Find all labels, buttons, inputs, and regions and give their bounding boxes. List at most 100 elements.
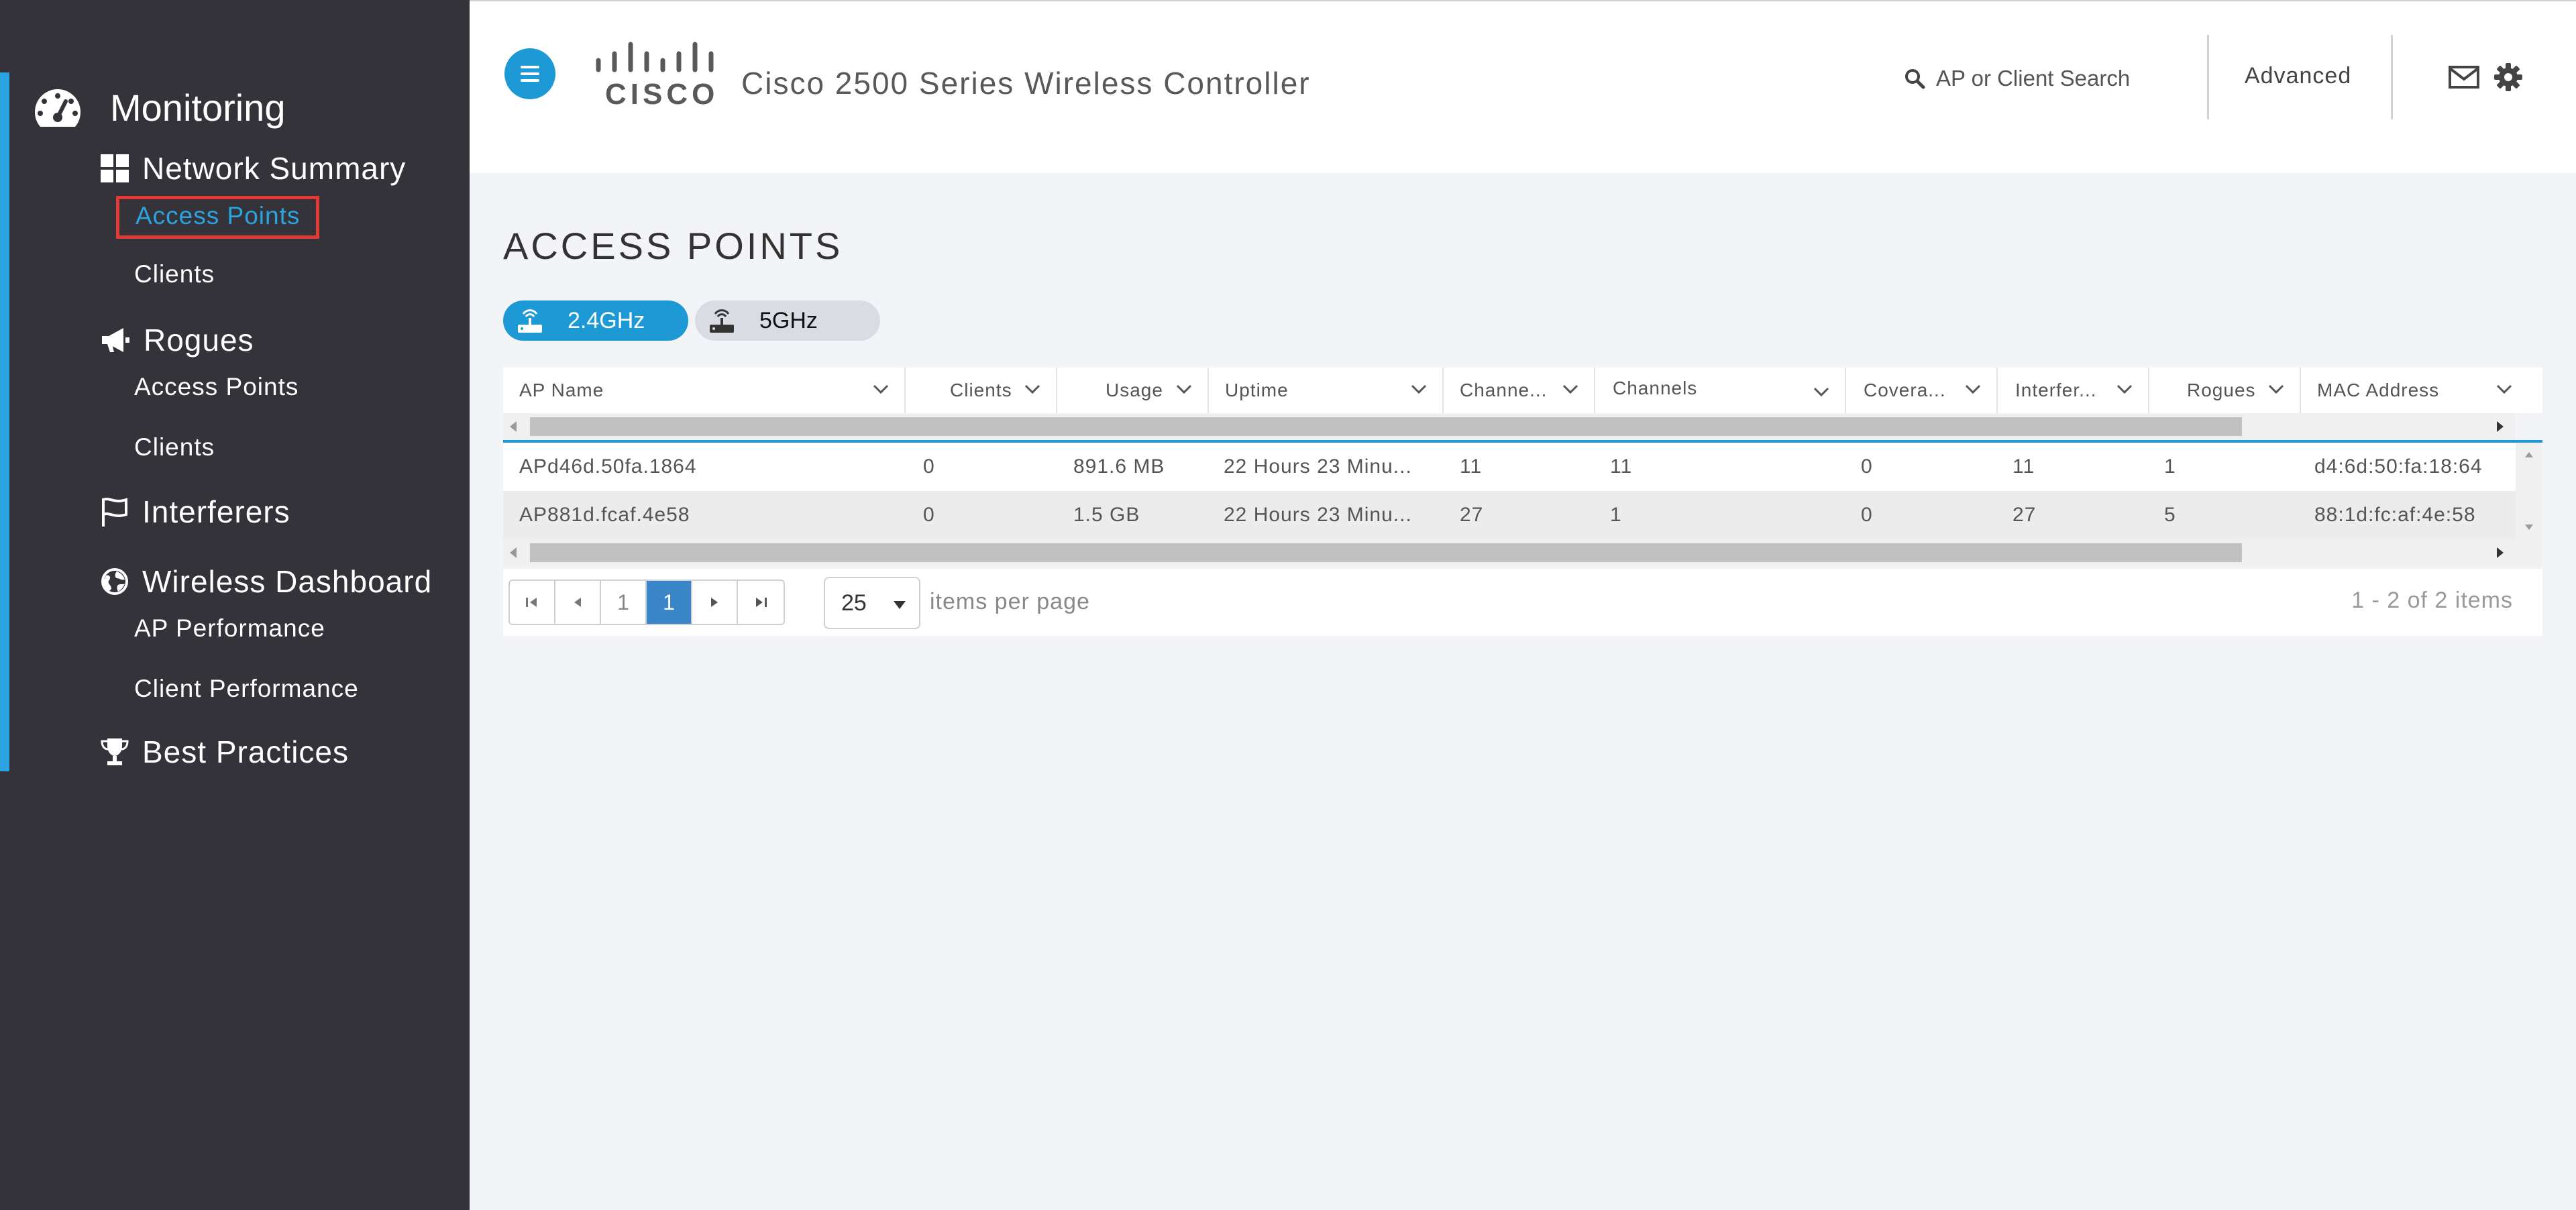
chevron-down-icon[interactable] [872, 382, 890, 396]
search-input[interactable]: AP or Client Search [1936, 66, 2130, 91]
sidebar-section-rogues[interactable]: Rogues [101, 322, 254, 358]
cell-channel: 11 [1460, 455, 1483, 478]
column-header-label: Clients [950, 380, 1012, 400]
sidebar-section-label: Rogues [144, 323, 254, 358]
grid-vertical-scrollbar[interactable] [2516, 443, 2542, 539]
cell-uptime: 22 Hours 23 Minu... [1224, 455, 1412, 478]
sidebar-section-wireless-dashboard[interactable]: Wireless Dashboard [101, 563, 432, 600]
band-2-4ghz-toggle[interactable]: 2.4GHz [503, 300, 688, 341]
page-size-select[interactable]: 25 [824, 577, 920, 629]
column-header-interferers[interactable]: Interfer... [1998, 368, 2149, 413]
cell-coverage: 0 [1861, 455, 1873, 478]
chevron-down-icon[interactable] [1024, 382, 1041, 396]
chevron-down-icon[interactable] [2116, 382, 2133, 396]
gear-icon[interactable] [2494, 63, 2522, 91]
chevron-down-icon[interactable] [1813, 385, 1830, 398]
cell-rogues: 5 [2164, 504, 2176, 526]
cell-usage: 1.5 GB [1073, 504, 1140, 526]
scroll-right-arrow[interactable] [2497, 421, 2504, 432]
chevron-down-icon[interactable] [2496, 382, 2513, 396]
next-page-icon [711, 598, 718, 607]
cell-channel: 27 [1460, 504, 1484, 526]
scroll-down-arrow[interactable] [2524, 523, 2534, 531]
cell-uptime: 22 Hours 23 Minu... [1224, 504, 1412, 526]
mail-icon[interactable] [2449, 66, 2479, 89]
grid-header: AP Name Clients Usage Uptime Channe... C… [503, 368, 2542, 413]
chevron-down-icon[interactable] [2267, 382, 2285, 396]
sidebar-accent-bar [0, 72, 9, 771]
column-header-coverage[interactable]: Covera... [1846, 368, 1998, 413]
sidebar-item-rogue-clients[interactable]: Clients [134, 433, 215, 461]
column-header-label: Channels [1613, 378, 1698, 398]
current-page-button[interactable]: 1 [647, 581, 692, 624]
first-page-icon [526, 598, 537, 607]
band-label: 5GHz [759, 307, 818, 333]
sidebar-section-interferers[interactable]: Interferers [101, 494, 290, 530]
pager-summary: 1 - 2 of 2 items [2351, 588, 2513, 613]
column-header-clients[interactable]: Clients [906, 368, 1057, 413]
sidebar-item-client-performance[interactable]: Client Performance [134, 675, 359, 703]
column-header-uptime[interactable]: Uptime [1209, 368, 1444, 413]
last-page-button[interactable] [738, 581, 784, 624]
page-size-value: 25 [841, 590, 867, 616]
prev-page-button[interactable] [555, 581, 601, 624]
pager-buttons: 1 1 [508, 580, 785, 625]
header-horizontal-scrollbar[interactable] [503, 413, 2516, 440]
advanced-button[interactable]: Advanced [2245, 63, 2351, 89]
sidebar-section-label: Best Practices [142, 734, 349, 769]
page-number-button[interactable]: 1 [601, 581, 647, 624]
scroll-left-arrow[interactable] [510, 421, 517, 432]
sidebar-section-label: Interferers [142, 494, 290, 529]
sidebar-section-best-practices[interactable]: Best Practices [101, 734, 349, 770]
cell-ap-name: AP881d.fcaf.4e58 [519, 504, 690, 526]
scrollbar-thumb[interactable] [530, 417, 2242, 436]
scroll-right-arrow[interactable] [2497, 547, 2504, 558]
globe-icon [101, 568, 128, 595]
column-header-label: Covera... [1864, 380, 1946, 400]
column-header-label: MAC Address [2317, 380, 2440, 400]
column-header-label: Channe... [1460, 380, 1548, 400]
trophy-icon [101, 738, 129, 765]
sidebar-item-access-points[interactable]: Access Points [116, 196, 320, 239]
grid-icon [101, 154, 129, 182]
cell-interferers: 11 [2012, 455, 2035, 478]
column-header-label: AP Name [519, 380, 604, 400]
column-header-usage[interactable]: Usage [1057, 368, 1209, 413]
cell-mac-address: 88:1d:fc:af:4e:58 [2314, 504, 2476, 526]
sidebar-section-network-summary[interactable]: Network Summary [101, 150, 406, 186]
column-header-mac-address[interactable]: MAC Address [2301, 368, 2516, 413]
sidebar-item-rogue-access-points[interactable]: Access Points [134, 373, 299, 401]
chevron-down-icon[interactable] [1410, 382, 1428, 396]
sidebar-item-clients[interactable]: Clients [134, 260, 215, 288]
sidebar-item-monitoring[interactable]: Monitoring [32, 86, 285, 129]
column-header-label: Usage [1106, 380, 1163, 400]
megaphone-icon [102, 328, 129, 352]
items-per-page-label: items per page [930, 589, 1090, 614]
cisco-bars-icon [596, 42, 714, 72]
header-divider [2207, 35, 2209, 119]
grid-body: APd46d.50fa.1864 0 891.6 MB 22 Hours 23 … [503, 440, 2542, 539]
sidebar-item-ap-performance[interactable]: AP Performance [134, 614, 325, 643]
scrollbar-thumb[interactable] [530, 543, 2242, 562]
chevron-down-icon[interactable] [1175, 382, 1193, 396]
cell-clients: 0 [923, 504, 935, 526]
column-header-channel[interactable]: Channe... [1444, 368, 1595, 413]
table-row[interactable]: APd46d.50fa.1864 0 891.6 MB 22 Hours 23 … [503, 443, 2542, 491]
app-title: Cisco 2500 Series Wireless Controller [741, 66, 1311, 101]
column-header-rogues[interactable]: Rogues [2149, 368, 2301, 413]
next-page-button[interactable] [692, 581, 738, 624]
menu-icon[interactable] [504, 48, 555, 99]
column-header-label: Uptime [1225, 380, 1289, 400]
first-page-button[interactable] [510, 581, 555, 624]
ap-client-search[interactable]: AP or Client Search [1904, 66, 2130, 91]
column-header-channels[interactable]: Channels [1595, 368, 1846, 413]
header-divider [2391, 35, 2393, 119]
table-row[interactable]: AP881d.fcaf.4e58 0 1.5 GB 22 Hours 23 Mi… [503, 491, 2542, 539]
scroll-left-arrow[interactable] [510, 547, 517, 558]
band-5ghz-toggle[interactable]: 5GHz [695, 300, 880, 341]
column-header-ap-name[interactable]: AP Name [503, 368, 906, 413]
scroll-up-arrow[interactable] [2524, 451, 2534, 459]
body-horizontal-scrollbar[interactable] [503, 539, 2542, 566]
chevron-down-icon[interactable] [1562, 382, 1579, 396]
chevron-down-icon[interactable] [1964, 382, 1982, 396]
